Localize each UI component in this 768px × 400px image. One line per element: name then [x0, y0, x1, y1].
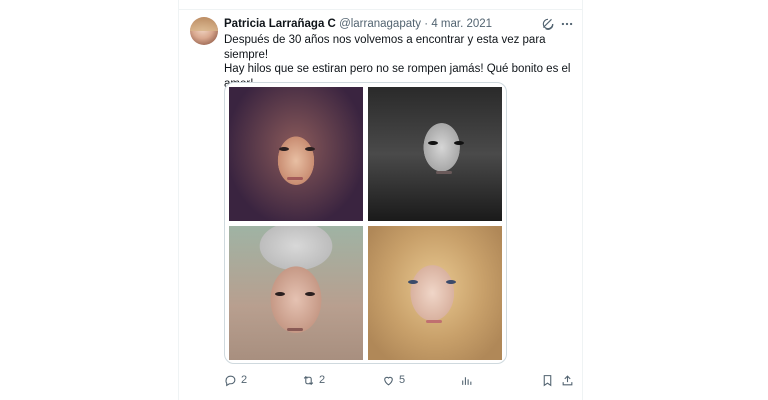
photo-eye [408, 280, 418, 284]
share-button[interactable] [561, 372, 574, 388]
photo-eye [279, 147, 289, 151]
views-button[interactable] [460, 372, 473, 388]
tweet-date[interactable]: 4 mar. 2021 [431, 18, 492, 30]
photo-eye [305, 147, 315, 151]
bookmark-button[interactable] [541, 372, 554, 388]
photo-lip [436, 171, 452, 174]
photo-1[interactable] [229, 87, 363, 221]
photo-eye [446, 280, 456, 284]
action-bar: 2 2 5 [224, 372, 574, 388]
bookmark-icon [543, 374, 552, 386]
reply-icon [225, 375, 236, 386]
retweet-icon [303, 375, 314, 385]
reply-button[interactable]: 2 [224, 372, 247, 388]
divider [179, 0, 582, 10]
reply-count: 2 [241, 374, 248, 386]
tweet-header: Patricia Larrañaga C @larranagapaty · 4 … [224, 18, 492, 30]
author-name[interactable]: Patricia Larrañaga C [224, 18, 336, 30]
author-handle[interactable]: @larranagapaty [339, 18, 421, 30]
views-icon [462, 376, 472, 385]
photo-2[interactable] [368, 87, 502, 221]
grok-icon[interactable] [541, 17, 555, 31]
retweet-button[interactable]: 2 [302, 372, 325, 388]
photo-lip [287, 328, 303, 331]
tweet-text-line: Después de 30 años nos volvemos a encont… [224, 34, 546, 61]
retweet-count: 2 [319, 374, 326, 386]
avatar-hair [190, 17, 218, 31]
photo-eye [305, 292, 315, 296]
separator-dot: · [424, 18, 429, 30]
photo-lip [287, 177, 303, 180]
photo-4[interactable] [368, 226, 502, 360]
share-icon [562, 374, 573, 385]
photo-eye [454, 141, 464, 145]
like-button[interactable]: 5 [382, 372, 405, 388]
heart-icon [384, 376, 393, 385]
photo-lip [426, 320, 442, 323]
photo-eye [275, 292, 285, 296]
avatar[interactable] [190, 17, 218, 45]
photo-eye [428, 141, 438, 145]
media-grid [224, 82, 507, 364]
tweet[interactable]: Patricia Larrañaga C @larranagapaty · 4 … [178, 0, 583, 400]
more-icon[interactable] [560, 17, 574, 31]
like-count: 5 [399, 374, 406, 386]
photo-3[interactable] [229, 226, 363, 360]
